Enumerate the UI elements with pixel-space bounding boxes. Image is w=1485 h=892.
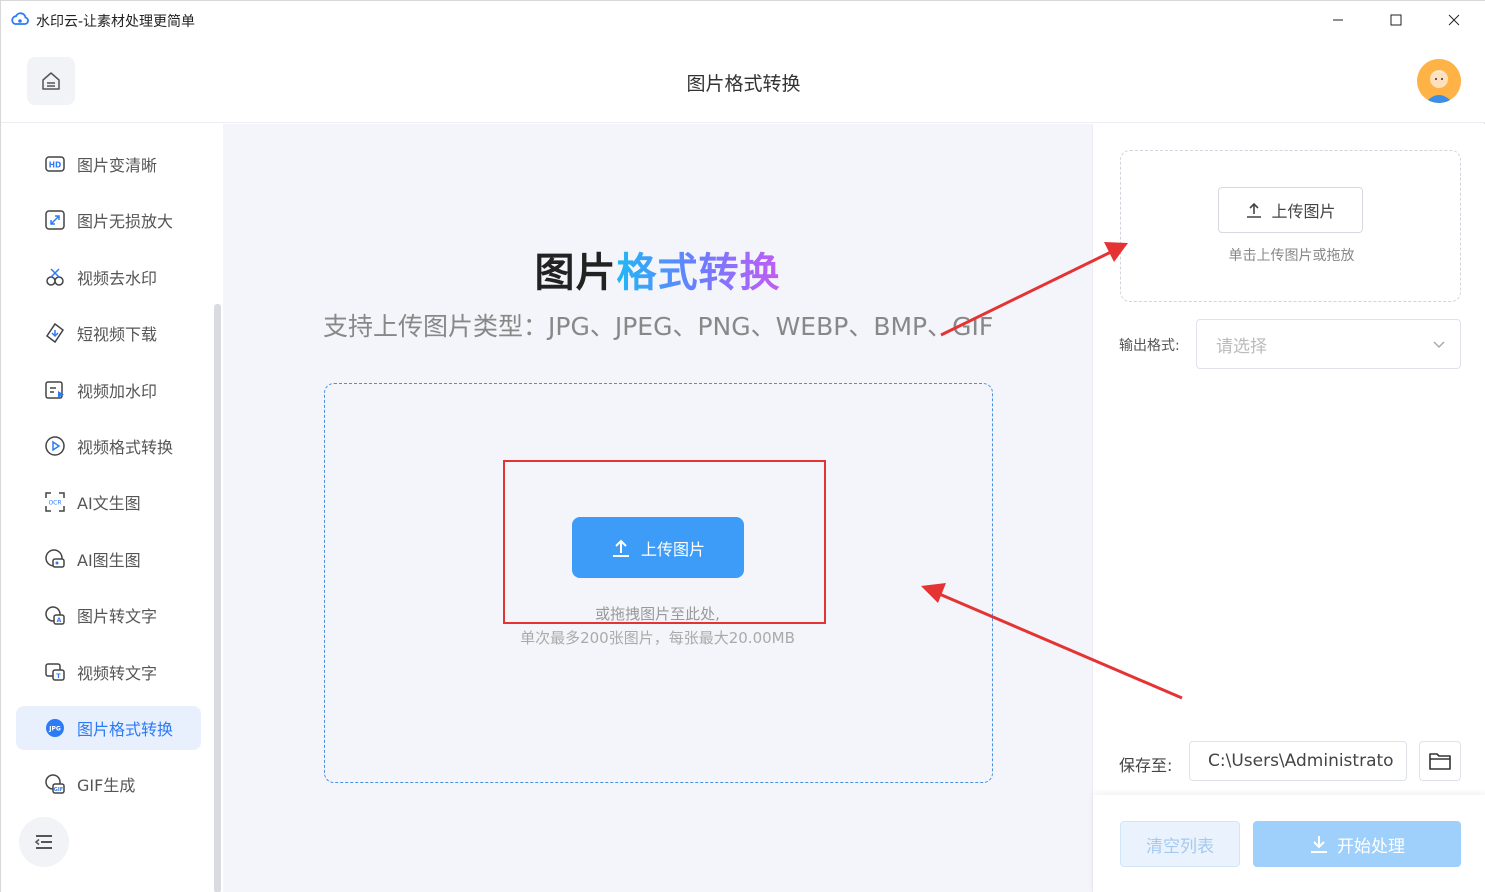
output-format-select[interactable]: 请选择 [1196, 319, 1461, 369]
drop-hint-line2: 单次最多200张图片，每张最大20.00MB [520, 629, 795, 647]
start-processing-label: 开始处理 [1337, 836, 1405, 857]
output-format-label: 输出格式: [1119, 338, 1180, 354]
annotation-highlight-box [503, 460, 826, 624]
minimize-icon[interactable] [1323, 7, 1353, 33]
hero-title: 图片格式转换 [223, 240, 1092, 298]
upload-icon [1247, 202, 1262, 218]
enlarge-icon [44, 209, 66, 231]
jpg-icon: JPG [44, 717, 66, 739]
svg-text:A: A [57, 617, 62, 624]
sidebar-item-ai-image-to-image[interactable]: AI图生图 [16, 537, 201, 581]
avatar[interactable] [1417, 59, 1461, 103]
side-upload-dropzone[interactable]: 上传图片 单击上传图片或拖放 [1120, 150, 1461, 302]
menu-collapse-button[interactable] [19, 817, 69, 867]
title-bar: 水印云-让素材处理更简单 [1, 1, 1485, 39]
gif-icon: GIF [44, 773, 66, 795]
sidebar-item-short-video-download[interactable]: 短视频下载 [16, 311, 201, 355]
chevron-down-icon [1433, 341, 1445, 349]
side-upload-button[interactable]: 上传图片 [1218, 187, 1363, 233]
play-circle-icon [44, 435, 66, 457]
action-bar: 清空列表 开始处理 [1093, 795, 1485, 892]
sidebar-item-lossless-enlarge[interactable]: 图片无损放大 [16, 198, 201, 242]
sidebar-scrollbar[interactable] [214, 304, 221, 892]
ocr-icon: OCR [44, 491, 66, 513]
video-watermark-remove-icon [44, 266, 66, 288]
sidebar-item-label: 视频去水印 [77, 269, 158, 288]
sidebar-item-label: 图片格式转换 [77, 720, 174, 739]
download-icon [1311, 836, 1327, 853]
sidebar-item-label: 视频格式转换 [77, 438, 174, 457]
clear-list-button[interactable]: 清空列表 [1120, 821, 1240, 867]
sidebar-item-video-watermark-remove[interactable]: 视频去水印 [16, 255, 201, 299]
sidebar-item-ai-text-to-image[interactable]: OCR AI文生图 [16, 480, 201, 524]
ai-image-icon [44, 548, 66, 570]
sidebar-item-label: 图片转文字 [77, 607, 158, 626]
user-avatar-icon [1417, 59, 1461, 103]
svg-text:OCR: OCR [48, 500, 61, 507]
image-to-text-icon: A [44, 604, 66, 626]
start-processing-button[interactable]: 开始处理 [1253, 821, 1461, 867]
sidebar-item-label: GIF生成 [77, 776, 136, 795]
svg-text:T: T [56, 672, 61, 680]
hd-icon: HD [44, 153, 66, 175]
header: 图片格式转换 [1, 39, 1485, 123]
supported-types-text: 支持上传图片类型：JPG、JPEG、PNG、WEBP、BMP、GIF [323, 312, 994, 341]
browse-folder-button[interactable] [1419, 741, 1461, 781]
sidebar-item-video-add-watermark[interactable]: 视频加水印 [16, 368, 201, 412]
save-path-input[interactable]: C:\Users\Administrato [1189, 741, 1407, 781]
sidebar-item-image-format-convert[interactable]: JPG 图片格式转换 [16, 706, 201, 750]
side-upload-label: 上传图片 [1271, 202, 1336, 221]
sidebar-item-label: 视频转文字 [77, 664, 158, 683]
video-add-watermark-icon [44, 379, 66, 401]
page-title: 图片格式转换 [686, 73, 801, 95]
sidebar-item-video-format-convert[interactable]: 视频格式转换 [16, 424, 201, 468]
side-upload-hint: 单击上传图片或拖放 [1228, 248, 1355, 264]
window-title: 水印云-让素材处理更简单 [36, 14, 196, 30]
video-to-text-icon: T [44, 661, 66, 683]
svg-text:GIF: GIF [54, 787, 63, 793]
download-icon [44, 322, 66, 344]
close-icon[interactable] [1439, 7, 1469, 33]
hero-title-gradient: 格式转换 [616, 250, 781, 296]
hero-title-dark: 图片 [534, 250, 617, 296]
sidebar-item-label: 视频加水印 [77, 382, 158, 401]
sidebar-item-video-to-text[interactable]: T 视频转文字 [16, 650, 201, 694]
svg-text:HD: HD [49, 161, 62, 170]
sidebar-item-label: 图片无损放大 [77, 212, 174, 231]
sidebar-item-label: 图片变清晰 [77, 156, 158, 175]
output-format-placeholder: 请选择 [1216, 336, 1267, 357]
main-content: 图片格式转换 支持上传图片类型：JPG、JPEG、PNG、WEBP、BMP、GI… [223, 124, 1092, 892]
sidebar-item-gif-generate[interactable]: GIF GIF生成 [16, 762, 201, 806]
sidebar: HD 图片变清晰 图片无损放大 视频去水印 短视频下载 视频加水印 视频格式转换… [1, 124, 223, 892]
sidebar-item-label: AI文生图 [77, 494, 141, 513]
app-logo-icon [11, 12, 29, 25]
sidebar-item-label: 短视频下载 [77, 325, 158, 344]
sidebar-item-image-to-text[interactable]: A 图片转文字 [16, 593, 201, 637]
app-window: 水印云-让素材处理更简单 图片格式转换 HD 图片变清晰 图片无损放大 视频去水… [0, 0, 1485, 892]
sidebar-item-image-enhance[interactable]: HD 图片变清晰 [16, 142, 201, 186]
sidebar-item-label: AI图生图 [77, 551, 141, 570]
maximize-icon[interactable] [1381, 7, 1411, 33]
folder-icon [1429, 753, 1451, 770]
right-panel: 上传图片 单击上传图片或拖放 输出格式: 请选择 保存至: C:\Users\A… [1092, 124, 1485, 892]
svg-text:JPG: JPG [48, 726, 61, 733]
save-to-label: 保存至: [1119, 756, 1173, 775]
menu-collapse-icon [34, 835, 52, 849]
